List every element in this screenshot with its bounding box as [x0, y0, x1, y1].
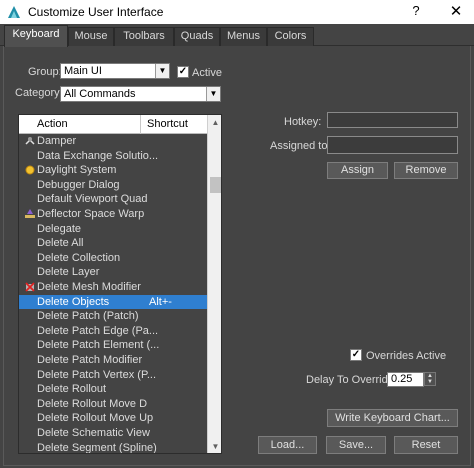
tab-colors[interactable]: Colors [267, 27, 314, 46]
title-bar: Customize User Interface ? ✕ [0, 0, 474, 24]
list-item[interactable]: Delete All [19, 236, 207, 251]
list-item[interactable]: Delete Rollout [19, 382, 207, 397]
column-header-shortcut[interactable]: Shortcut [147, 118, 188, 130]
list-item[interactable]: Daylight System [19, 163, 207, 178]
list-item[interactable]: Debugger Dialog [19, 178, 207, 193]
assign-button[interactable]: Assign [327, 162, 388, 179]
list-item[interactable]: Delete Patch Modifier [19, 353, 207, 368]
assigned-to-label: Assigned to: [270, 140, 331, 152]
list-item[interactable]: Delete Layer [19, 265, 207, 280]
list-item[interactable]: Delete Rollout Move Up [19, 411, 207, 426]
window-title: Customize User Interface [28, 5, 164, 19]
list-item[interactable]: Delete Patch (Patch) [19, 309, 207, 324]
tab-menus[interactable]: Menus [220, 27, 267, 46]
close-icon[interactable]: ✕ [449, 2, 463, 20]
remove-button[interactable]: Remove [394, 162, 458, 179]
tab-quads[interactable]: Quads [174, 27, 220, 46]
tab-mouse[interactable]: Mouse [68, 27, 114, 46]
scroll-down-icon[interactable]: ▼ [208, 439, 221, 453]
load-button[interactable]: Load... [258, 436, 317, 454]
group-label: Group: [28, 66, 62, 78]
group-dropdown[interactable]: Main UI ▼ [60, 63, 170, 79]
category-value: All Commands [64, 88, 136, 100]
category-dropdown[interactable]: All Commands ▼ [60, 86, 221, 102]
chevron-down-icon: ▼ [206, 87, 220, 101]
hotkey-field[interactable] [327, 112, 458, 128]
app-logo-icon [8, 6, 20, 18]
tab-keyboard[interactable]: Keyboard [4, 25, 68, 47]
group-value: Main UI [64, 65, 102, 77]
list-item[interactable]: Delete Collection [19, 251, 207, 266]
overrides-active-label: Overrides Active [366, 350, 447, 362]
hotkey-label: Hotkey: [284, 116, 322, 128]
write-keyboard-chart-button[interactable]: Write Keyboard Chart... [327, 409, 458, 427]
sun-icon [25, 165, 35, 175]
reset-button[interactable]: Reset [394, 436, 458, 454]
list-item[interactable]: Delete Patch Element (... [19, 338, 207, 353]
overrides-active-checkbox[interactable]: ✓ [350, 349, 362, 361]
scroll-up-icon[interactable]: ▲ [208, 115, 221, 130]
list-item[interactable]: Delete Rollout Move D [19, 397, 207, 412]
assigned-to-field[interactable] [327, 136, 458, 154]
list-body: Damper Data Exchange Solutio... Daylight… [19, 134, 207, 453]
help-icon[interactable]: ? [409, 3, 423, 18]
scroll-thumb[interactable] [210, 177, 221, 193]
list-item-selected[interactable]: Delete Objects Alt+- [19, 294, 207, 310]
list-item[interactable]: Default Viewport Quad [19, 192, 207, 207]
delete-mesh-icon [25, 282, 35, 292]
deflector-icon [25, 209, 35, 218]
list-item[interactable]: Deflector Space Warp [19, 207, 207, 222]
list-item[interactable]: Damper [19, 134, 207, 149]
list-header: Action Shortcut [19, 115, 207, 134]
list-item[interactable]: Delegate [19, 222, 207, 237]
damper-icon [25, 137, 35, 145]
column-header-action[interactable]: Action [37, 118, 68, 130]
list-item[interactable]: Delete Schematic View [19, 426, 207, 441]
column-separator[interactable] [140, 115, 141, 134]
list-scrollbar[interactable]: ▲ ▼ [207, 115, 221, 453]
active-label: Active [192, 67, 222, 79]
list-item[interactable]: Delete Mesh Modifier [19, 280, 207, 295]
active-checkbox[interactable]: ✓ [177, 66, 189, 78]
action-list[interactable]: Action Shortcut Damper Data Exchange Sol… [18, 114, 222, 454]
spinner-arrows-icon[interactable]: ▲ ▼ [424, 372, 436, 386]
delay-spinner-input[interactable]: 0.25 [387, 372, 424, 387]
category-label: Category: [15, 87, 63, 99]
list-item[interactable]: Delete Patch Edge (Pa... [19, 324, 207, 339]
chevron-down-icon: ▼ [155, 64, 169, 78]
tab-toolbars[interactable]: Toolbars [114, 27, 174, 46]
list-item[interactable]: Delete Patch Vertex (P... [19, 368, 207, 383]
list-item[interactable]: Delete Segment (Spline) [19, 441, 207, 453]
list-item[interactable]: Data Exchange Solutio... [19, 149, 207, 164]
tab-bar: Keyboard Mouse Toolbars Quads Menus Colo… [0, 24, 474, 47]
save-button[interactable]: Save... [326, 436, 386, 454]
delay-label: Delay To Override: [306, 374, 397, 386]
